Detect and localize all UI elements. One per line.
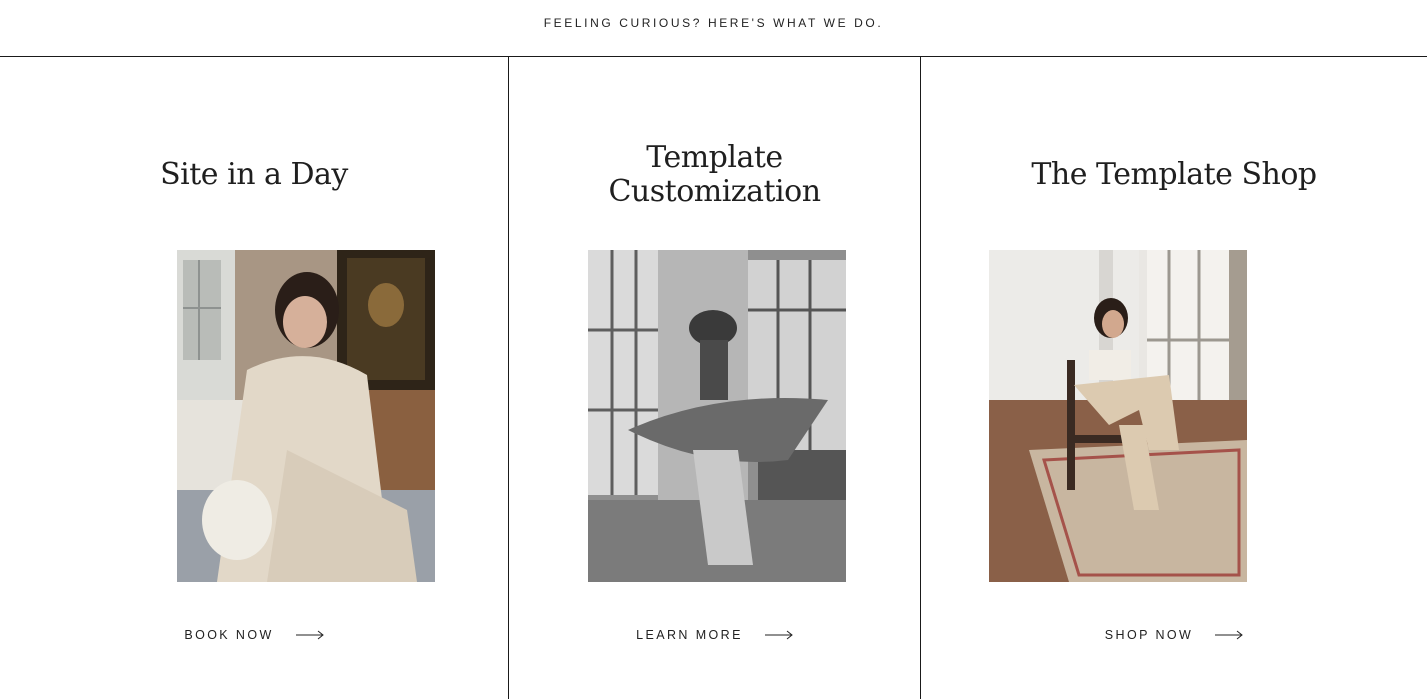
service-title: Template Customization — [509, 141, 920, 209]
service-photo — [177, 250, 435, 582]
service-photo — [989, 250, 1247, 582]
service-photo — [588, 250, 846, 582]
cta-label: SHOP NOW — [1104, 628, 1194, 642]
book-now-button[interactable]: BOOK NOW — [0, 628, 508, 642]
cta-label: BOOK NOW — [184, 628, 274, 642]
arrow-right-icon — [764, 630, 793, 640]
service-title: The Template Shop — [1031, 157, 1317, 192]
service-title-line: Customization — [608, 174, 821, 209]
service-title-line: Template — [646, 140, 783, 175]
header-bar: FEELING CURIOUS? HERE'S WHAT WE DO. — [0, 0, 1427, 57]
service-title: Site in a Day — [160, 157, 348, 192]
photo-woman-twirling-image — [588, 250, 846, 582]
photo-woman-by-window-image — [177, 250, 435, 582]
learn-more-button[interactable]: LEARN MORE — [509, 628, 920, 642]
header-tagline: FEELING CURIOUS? HERE'S WHAT WE DO. — [543, 16, 884, 30]
service-card-site-in-a-day: Site in a Day BOOK NOW — [0, 57, 508, 699]
photo-woman-on-chair-image — [989, 250, 1247, 582]
arrow-right-icon — [1215, 630, 1244, 640]
service-card-template-shop: The Template Shop SHOP NOW — [921, 57, 1427, 699]
shop-now-button[interactable]: SHOP NOW — [921, 628, 1427, 642]
service-card-template-customization: Template Customization LEARN MORE — [509, 57, 920, 699]
cta-label: LEARN MORE — [636, 628, 743, 642]
arrow-right-icon — [295, 630, 324, 640]
